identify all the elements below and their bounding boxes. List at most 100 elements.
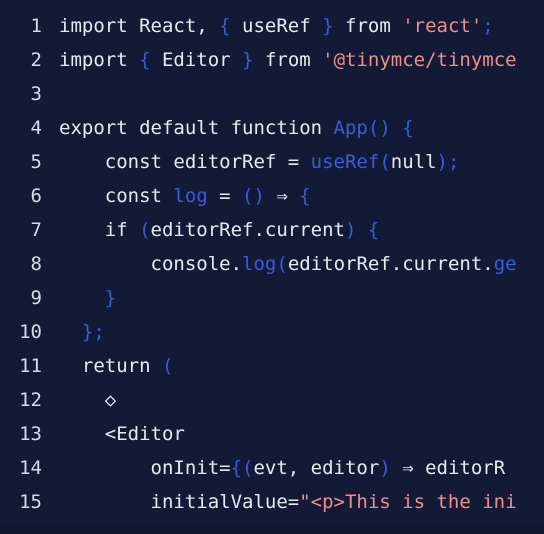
line-content[interactable]: <Editor [42, 417, 544, 451]
line-content[interactable]: } [42, 281, 544, 315]
code-line[interactable]: 2 import { Editor } from '@tinymce/tinymc… [0, 43, 544, 77]
code-line[interactable]: 8 console.log(editorRef.current.ge [0, 247, 544, 281]
line-content[interactable]: import React, { useRef } from 'react'; [42, 9, 544, 43]
code-token-plain: useRef [230, 15, 323, 37]
code-token-punct: { [402, 117, 414, 139]
code-token-punct: ; [482, 15, 494, 37]
code-line[interactable]: 3 [0, 77, 544, 111]
code-line[interactable]: 11 return ( [0, 349, 544, 383]
code-token-punct: ; [93, 321, 105, 343]
code-token-func: App [333, 117, 368, 139]
code-line[interactable]: 5 const editorRef = useRef(null); [0, 145, 544, 179]
line-content[interactable]: import { Editor } from '@tinymce/tinymce [42, 43, 544, 77]
code-token-punct: } [81, 321, 94, 343]
code-token-plain: <Editor [59, 423, 185, 445]
code-token-func: log [173, 185, 208, 207]
code-token-plain: = [207, 185, 243, 207]
code-token-func: ge [493, 253, 517, 275]
code-line[interactable]: 4 export default function App() { [0, 111, 544, 145]
editor-bottom-edge [0, 527, 544, 534]
code-token-punct: } [104, 287, 117, 309]
code-token-punct: { [219, 15, 231, 37]
line-number: 2 [30, 49, 42, 71]
line-number: 5 [30, 151, 42, 173]
code-token-punct: } [242, 49, 254, 71]
code-token-func: useRef [310, 151, 380, 173]
line-content[interactable]: export default function App() { [42, 111, 544, 145]
line-number: 11 [19, 355, 42, 377]
code-token-func: log [242, 253, 277, 275]
line-number: 12 [19, 389, 42, 411]
line-content[interactable]: const editorRef = useRef(null); [42, 145, 544, 179]
code-token-punct: { [367, 219, 380, 241]
code-token-punct: ) [379, 457, 391, 479]
line-number: 8 [30, 253, 42, 275]
code-token-plain: editorRef.current. [287, 253, 494, 275]
line-number: 3 [30, 83, 42, 105]
line-content[interactable]: }; [42, 315, 544, 349]
code-token-punct: () [242, 185, 265, 207]
code-line[interactable]: 15 initialValue="<p>This is the ini [0, 485, 544, 519]
line-number: 15 [19, 491, 42, 513]
code-token-punct: () [367, 117, 391, 139]
code-token-plain: ◇ [59, 389, 117, 411]
code-line[interactable]: 13 <Editor [0, 417, 544, 451]
code-editor[interactable]: 1 import React, { useRef } from 'react'; 2… [0, 0, 544, 534]
code-token-plain: from [333, 15, 403, 37]
code-token-plain: console. [59, 253, 243, 275]
code-token-plain: ⇒ editorR [390, 457, 506, 479]
line-content[interactable]: const log = () ⇒ { [42, 179, 544, 213]
line-number: 4 [30, 117, 42, 139]
code-token-punct: ( [161, 355, 174, 377]
code-token-plain: from [253, 49, 323, 71]
code-line[interactable]: 14 onInit={(evt, editor) ⇒ editorR [0, 451, 544, 485]
code-token-string: 'react' [402, 15, 483, 37]
code-token-punct: ( [139, 219, 151, 241]
code-token-plain: onInit= [59, 457, 231, 479]
code-line[interactable]: 1 import React, { useRef } from 'react'; [0, 9, 544, 43]
line-content[interactable]: if (editorRef.current) { [42, 213, 544, 247]
line-number: 1 [30, 15, 42, 37]
code-token-punct: } [322, 15, 334, 37]
code-token-plain: import [59, 49, 140, 71]
code-token-plain: editorRef.current [150, 219, 345, 241]
code-token-plain: ⇒ [264, 185, 300, 207]
code-line[interactable]: 9 } [0, 281, 544, 315]
code-token-plain: const editorRef = [59, 151, 311, 173]
code-token-punct: ) [436, 151, 448, 173]
code-token-plain: evt, editor [253, 457, 380, 479]
code-lines-container[interactable]: 1 import React, { useRef } from 'react'; 2… [0, 0, 544, 519]
code-token-punct: ; [447, 151, 460, 173]
code-token-plain: export default function [59, 117, 334, 139]
line-number: 13 [19, 423, 42, 445]
code-token-punct: { [139, 49, 151, 71]
line-number: 10 [19, 321, 42, 343]
line-number: 7 [30, 219, 42, 241]
code-token-string: '@tinymce/tinymce [322, 49, 517, 71]
code-token-plain: import React, [59, 15, 220, 37]
line-content[interactable]: onInit={(evt, editor) ⇒ editorR [42, 451, 544, 485]
code-token-plain: if [59, 219, 140, 241]
code-token-plain: return [59, 355, 162, 377]
code-token-punct: ( [276, 253, 288, 275]
code-token-plain: initialValue= [59, 491, 300, 513]
code-token-plain: null [390, 151, 437, 173]
code-line[interactable]: 10 }; [0, 315, 544, 349]
code-token-plain: const [59, 185, 174, 207]
code-token-plain: Editor [150, 49, 243, 71]
code-token-string: "<p>This is the ini [299, 491, 517, 513]
line-content[interactable]: console.log(editorRef.current.ge [42, 247, 544, 281]
code-line[interactable]: 6 const log = () ⇒ { [0, 179, 544, 213]
line-content[interactable]: ◇ [42, 383, 544, 417]
line-content[interactable]: return ( [42, 349, 544, 383]
line-number: 6 [30, 185, 42, 207]
code-line[interactable]: 12 ◇ [0, 383, 544, 417]
code-line[interactable]: 7 if (editorRef.current) { [0, 213, 544, 247]
line-content[interactable]: initialValue="<p>This is the ini [42, 485, 544, 519]
code-token-punct: ) [345, 219, 357, 241]
line-number: 14 [19, 457, 42, 479]
